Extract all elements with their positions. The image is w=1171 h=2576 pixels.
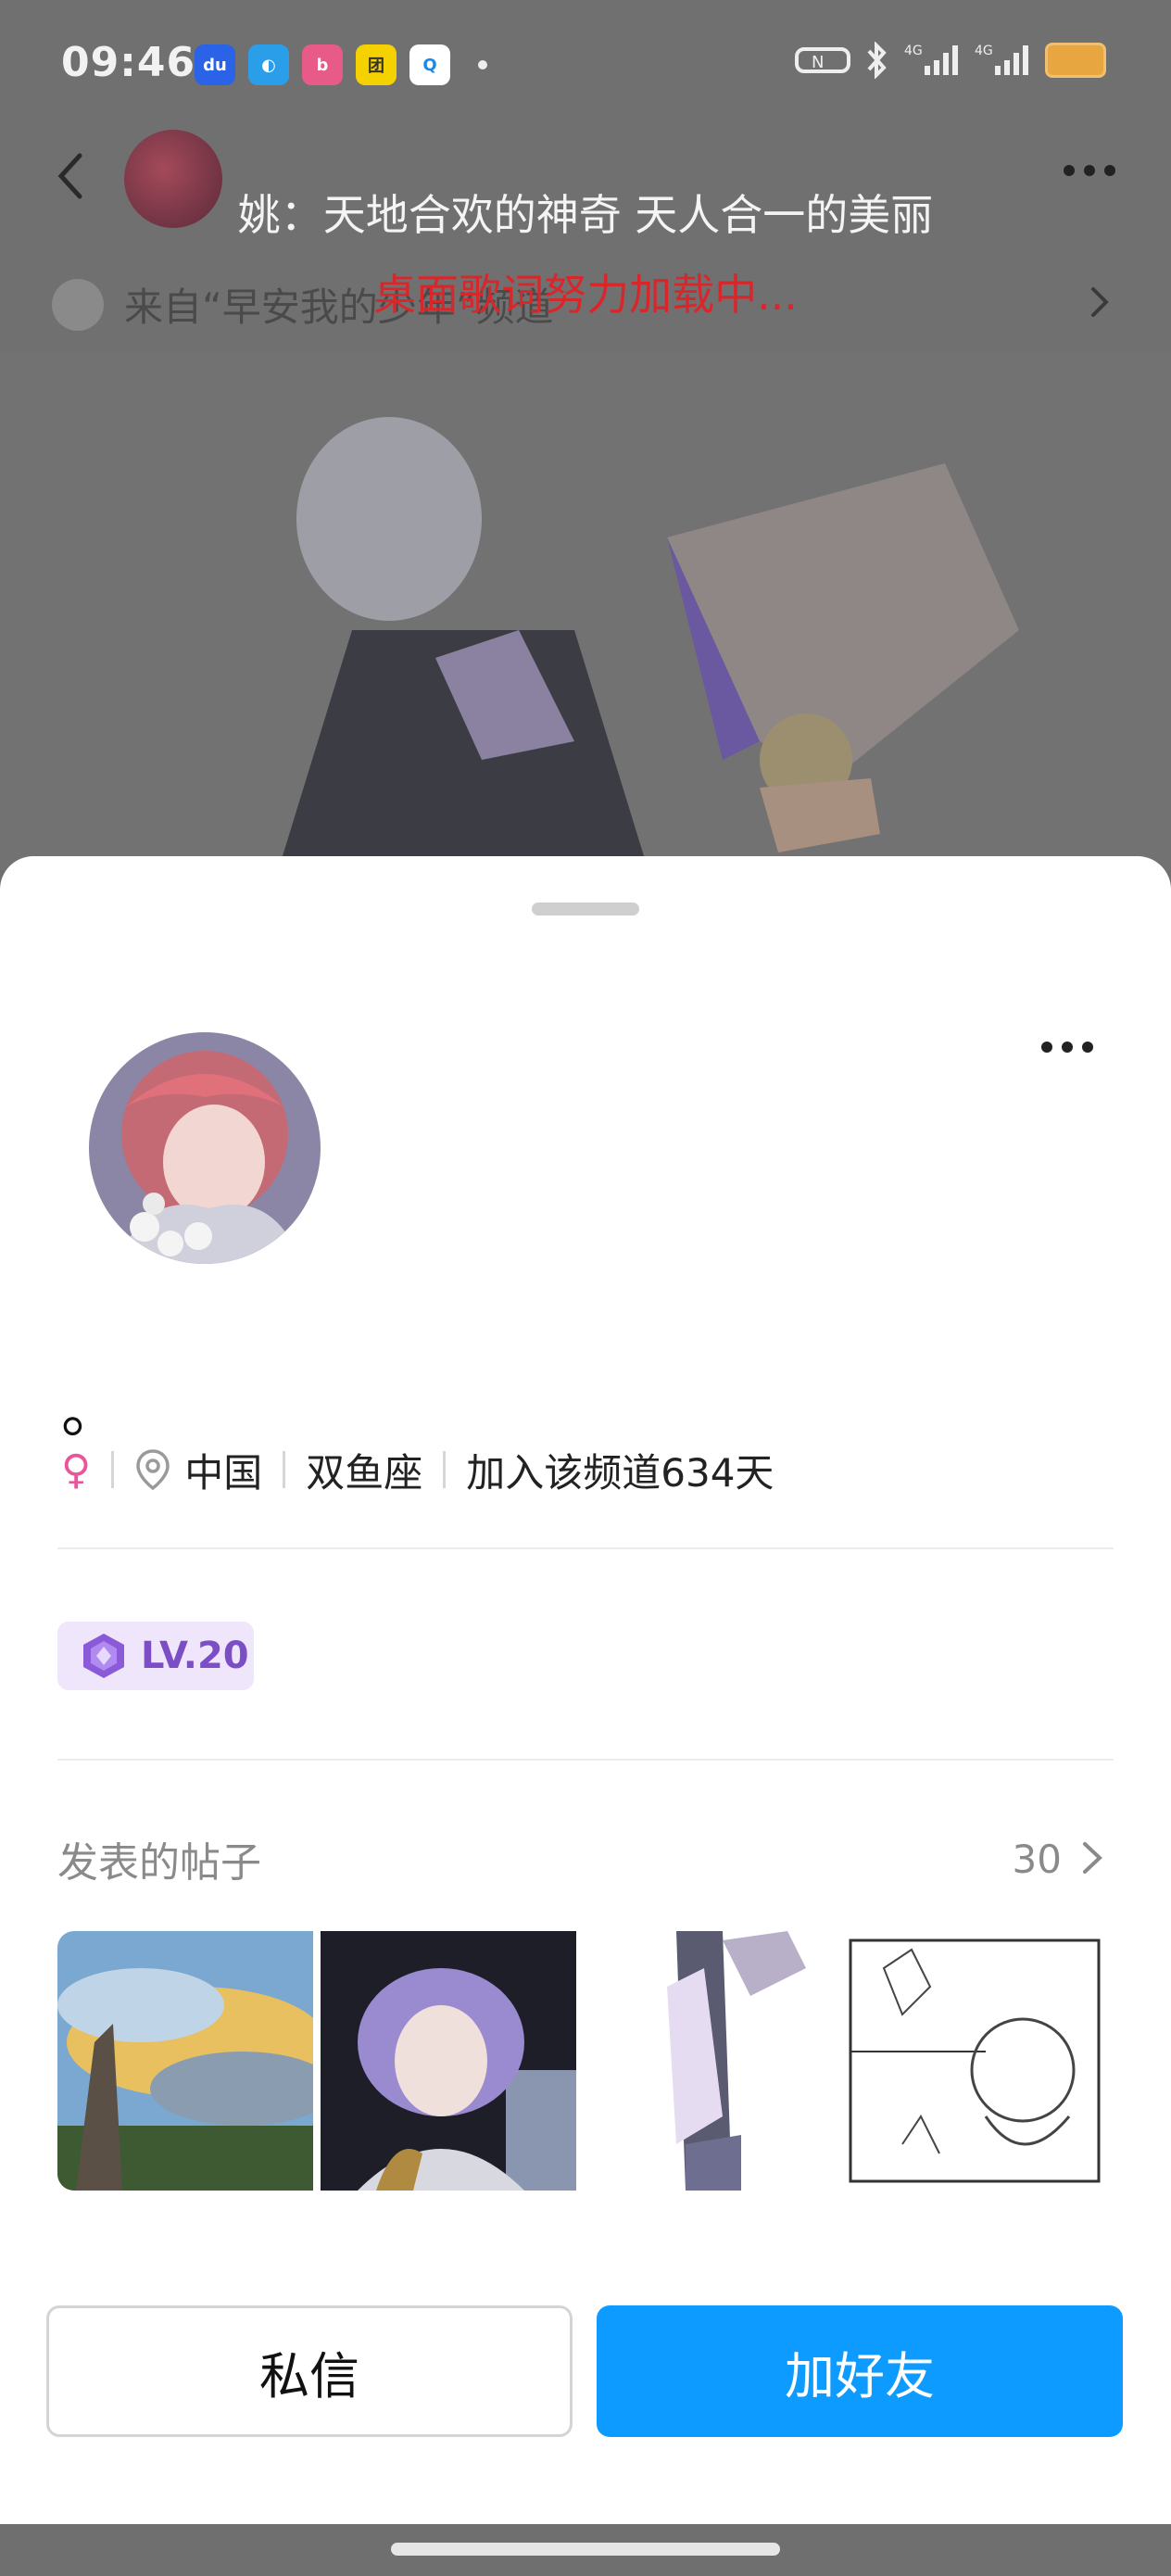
nickname: 。 xyxy=(61,1378,120,1446)
more-options-icon[interactable] xyxy=(1041,1042,1093,1053)
more-icon[interactable] xyxy=(1064,165,1115,176)
nfc-icon: N xyxy=(795,44,850,77)
chevron-right-icon[interactable] xyxy=(1080,1838,1104,1877)
status-bar: 09:46 du ◐ b 团 Q N 4G 4G xyxy=(0,0,1171,139)
meta-divider xyxy=(111,1451,115,1488)
meta-divider xyxy=(443,1451,447,1488)
desktop-lyric-loading: 桌面歌词努力加载中... xyxy=(373,270,798,320)
svg-text:N: N xyxy=(812,53,824,72)
post-thumbnail[interactable] xyxy=(321,1931,576,2191)
zodiac-text: 双鱼座 xyxy=(306,1449,423,1496)
post-thumbnails xyxy=(57,1931,1104,2191)
tuan-icon: 团 xyxy=(356,44,397,85)
posts-section-title: 发表的帖子 xyxy=(57,1839,261,1887)
sheet-drag-handle[interactable] xyxy=(532,903,639,915)
level-badge[interactable]: LV.20 xyxy=(57,1622,254,1690)
location-pin-icon xyxy=(136,1449,170,1491)
status-indicators: N 4G 4G xyxy=(795,42,1106,79)
home-gesture-handle[interactable] xyxy=(391,2543,780,2556)
browser-icon: ◐ xyxy=(248,44,289,85)
status-app-icons: du ◐ b 团 Q xyxy=(195,44,487,85)
desktop-lyric-line: 姚：天地合欢的神奇 天人合一的美丽 xyxy=(237,190,934,240)
gender-female-icon: ♀ xyxy=(61,1446,92,1494)
background-artwork xyxy=(0,352,1171,871)
signal-4g-icon: 4G xyxy=(975,44,1030,77)
svg-text:4G: 4G xyxy=(975,44,993,58)
qq-browser-icon: Q xyxy=(409,44,450,85)
level-text: LV.20 xyxy=(141,1635,249,1677)
signal-4g-icon: 4G xyxy=(904,44,960,77)
section-divider xyxy=(57,1759,1114,1761)
battery-icon xyxy=(1045,43,1106,78)
add-friend-button[interactable]: 加好友 xyxy=(597,2305,1123,2437)
post-thumbnail[interactable] xyxy=(847,1931,1102,2191)
bilibili-icon: b xyxy=(302,44,343,85)
message-button[interactable]: 私信 xyxy=(46,2305,573,2437)
gesture-nav-bar xyxy=(0,2524,1171,2576)
posts-count[interactable]: 30 xyxy=(1013,1837,1062,1882)
level-gem-icon xyxy=(83,1634,124,1678)
post-thumbnail[interactable] xyxy=(584,1931,839,2191)
profile-meta: ♀ 中国 双鱼座 加入该频道634天 xyxy=(61,1440,774,1499)
profile-sheet: 。 ♀ 中国 双鱼座 加入该频道634天 LV.20 发表的帖子 30 私信 加… xyxy=(0,856,1171,2524)
location-text: 中国 xyxy=(184,1449,263,1496)
section-divider xyxy=(57,1547,1114,1549)
bluetooth-icon xyxy=(865,42,889,79)
status-time: 09:46 xyxy=(61,39,196,86)
more-notifications-icon xyxy=(478,60,487,69)
meta-divider xyxy=(283,1451,286,1488)
avatar[interactable] xyxy=(89,1032,321,1264)
svg-text:4G: 4G xyxy=(904,44,923,58)
post-thumbnail[interactable] xyxy=(57,1931,313,2191)
joined-days-text: 加入该频道634天 xyxy=(466,1449,774,1496)
baidu-icon: du xyxy=(195,44,235,85)
